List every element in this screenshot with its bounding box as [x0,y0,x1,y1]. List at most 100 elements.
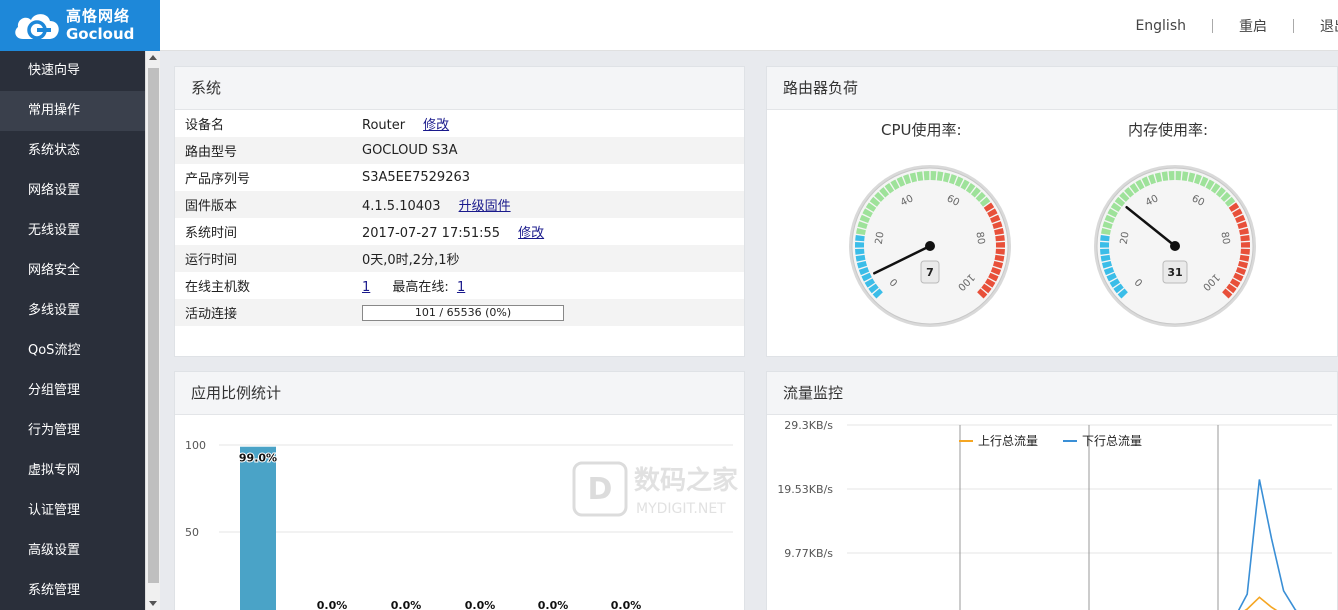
row-key: 活动连接 [175,299,362,326]
gauge-segment [1240,248,1250,255]
gauge-tick-label: 20 [1119,231,1132,245]
row-key: 固件版本 [175,191,362,218]
sidebar-item[interactable]: 网络设置 [0,171,145,211]
gauge-segment [995,248,1005,255]
panel-title: 应用比例统计 [175,372,744,415]
brand-name-cn: 高恪网络 [66,7,131,25]
traffic-panel: 流量监控 29.3KB/s 19.53KB/s 9.77KB/s 上行总流量 下行总… [766,371,1338,610]
table-row: 设备名 Router 修改 [175,110,744,137]
system-panel: 系统 设备名 Router 修改 路由型号 GOCLOUD S3A 产品序列号 S… [174,66,745,357]
scroll-up-icon[interactable] [149,55,157,60]
legend-label: 上行总流量 [978,434,1039,448]
sidebar-item[interactable]: 系统状态 [0,131,145,171]
series-line[interactable] [847,479,1320,610]
table-row: 系统时间 2017-07-27 17:51:55 修改 [175,218,744,245]
sidebar-item[interactable]: 常用操作 [0,91,145,131]
brand-logo[interactable]: 高恪网络 Gocloud [0,0,160,51]
max-online-link[interactable]: 1 [457,280,465,295]
bar-value-label: 0.0% [317,599,348,610]
gauge-tick-label: 20 [874,231,887,245]
memory-gauge: 02040 608010031 [1094,165,1256,327]
cpu-gauge: 02040 60801007 [849,165,1011,327]
logout-link[interactable]: 退出 [1294,16,1338,36]
table-row: 活动连接 101 / 65536 (0%) [175,299,744,326]
sidebar-item[interactable]: 无线设置 [0,211,145,251]
y-tick-label: 29.3KB/s [784,419,833,432]
sidebar-item[interactable]: 多线设置 [0,291,145,331]
brand-name-en: Gocloud [66,25,135,43]
sidebar-item[interactable]: 网络安全 [0,251,145,291]
legend-upload[interactable]: 上行总流量 [959,432,1038,449]
sidebar-scrollbar[interactable] [145,51,160,610]
memory-gauge-title: 内存使用率: [1128,121,1209,139]
app-ratio-panel: 应用比例统计 1005099.0%0.0%0.0%0.0%0.0%0.0%1.0… [174,371,745,610]
row-value: S3A5EE7529263 [362,170,471,185]
row-key: 设备名 [185,118,225,133]
cpu-gauge-title: CPU使用率: [881,121,962,139]
edit-time-link[interactable]: 修改 [518,226,544,241]
traffic-chart: 29.3KB/s 19.53KB/s 9.77KB/s [777,419,1332,610]
gauge-tick-label: 80 [973,231,986,245]
row-key: 运行时间 [175,245,362,272]
table-row: 产品序列号 S3A5EE7529263 [175,164,744,191]
panel-title: 系统 [175,67,744,110]
gauge-segment [855,248,865,255]
online-hosts-link[interactable]: 1 [362,280,370,295]
bar-value-label: 0.0% [465,599,496,610]
sidebar-item[interactable]: 快速向导 [0,51,145,91]
series-line[interactable] [847,596,1320,610]
legend-swatch [959,439,973,442]
row-key: 路由型号 [175,137,362,164]
bar-value-label: 99.0% [239,452,277,465]
sidebar-item[interactable]: 认证管理 [0,491,145,531]
gauge-tick-label: 80 [1218,231,1231,245]
scroll-thumb[interactable] [148,68,159,583]
sidebar-item[interactable]: 行为管理 [0,411,145,451]
gauge-hub [925,241,935,251]
legend-download[interactable]: 下行总流量 [1063,432,1142,449]
bar-value-label: 0.0% [538,599,569,610]
top-bar: English 重启 退出 [160,0,1338,51]
y-tick-label: 19.53KB/s [777,483,833,496]
system-info-table: 设备名 Router 修改 路由型号 GOCLOUD S3A 产品序列号 S3A5… [175,110,744,326]
panel-title: 流量监控 [767,372,1337,415]
bar-value-label: 0.0% [391,599,422,610]
scroll-down-icon[interactable] [149,601,157,606]
row-value: 4.1.5.10403 [362,199,441,214]
gauge-segment [1240,241,1250,248]
sidebar: 快速向导 常用操作 系统状态 网络设置 无线设置 网络安全 多线设置 QoS流控 分组管理 行为管… [0,51,145,610]
router-load-panel: 路由器负荷 CPU使用率: 内存使用率: 0 20 40 60 80 100 7 0 20 40… [766,66,1338,357]
legend-label: 下行总流量 [1082,434,1143,448]
language-link[interactable]: English [1109,18,1212,34]
y-tick-label: 100 [185,439,206,452]
row-key: 产品序列号 [185,172,251,187]
upgrade-firmware-link[interactable]: 升级固件 [459,199,511,214]
sidebar-item[interactable]: 分组管理 [0,371,145,411]
gauge-value: 31 [1167,266,1182,279]
top-nav: English 重启 退出 [1109,0,1338,51]
bar[interactable] [240,446,276,610]
row-key: 在线主机数 [185,280,251,295]
row-value: Router [362,118,406,133]
sidebar-item[interactable]: 系统管理 [0,571,145,610]
row-value: 2017-07-27 17:51:55 [362,226,501,241]
reboot-link[interactable]: 重启 [1213,16,1293,36]
sidebar-item[interactable]: 虚拟专网 [0,451,145,491]
row-key: 系统时间 [185,226,238,241]
table-row: 固件版本 4.1.5.10403 升级固件 [175,191,744,218]
gauge-segment [1100,248,1110,255]
row-value: GOCLOUD S3A [362,137,744,164]
y-tick-label: 9.77KB/s [784,547,833,560]
edit-device-name-link[interactable]: 修改 [423,118,449,133]
gauge-segment [930,171,937,181]
gauge-hub [1170,241,1180,251]
sidebar-item[interactable]: QoS流控 [0,331,145,371]
sidebar-item[interactable]: 高级设置 [0,531,145,571]
table-row: 路由型号 GOCLOUD S3A [175,137,744,164]
gauge-value: 7 [926,266,934,279]
gauge-segment [1100,241,1110,248]
panel-title: 路由器负荷 [767,67,1337,110]
gauge-segment [1175,171,1182,181]
max-online-label: 最高在线: [392,280,449,295]
bar-value-label: 0.0% [611,599,642,610]
